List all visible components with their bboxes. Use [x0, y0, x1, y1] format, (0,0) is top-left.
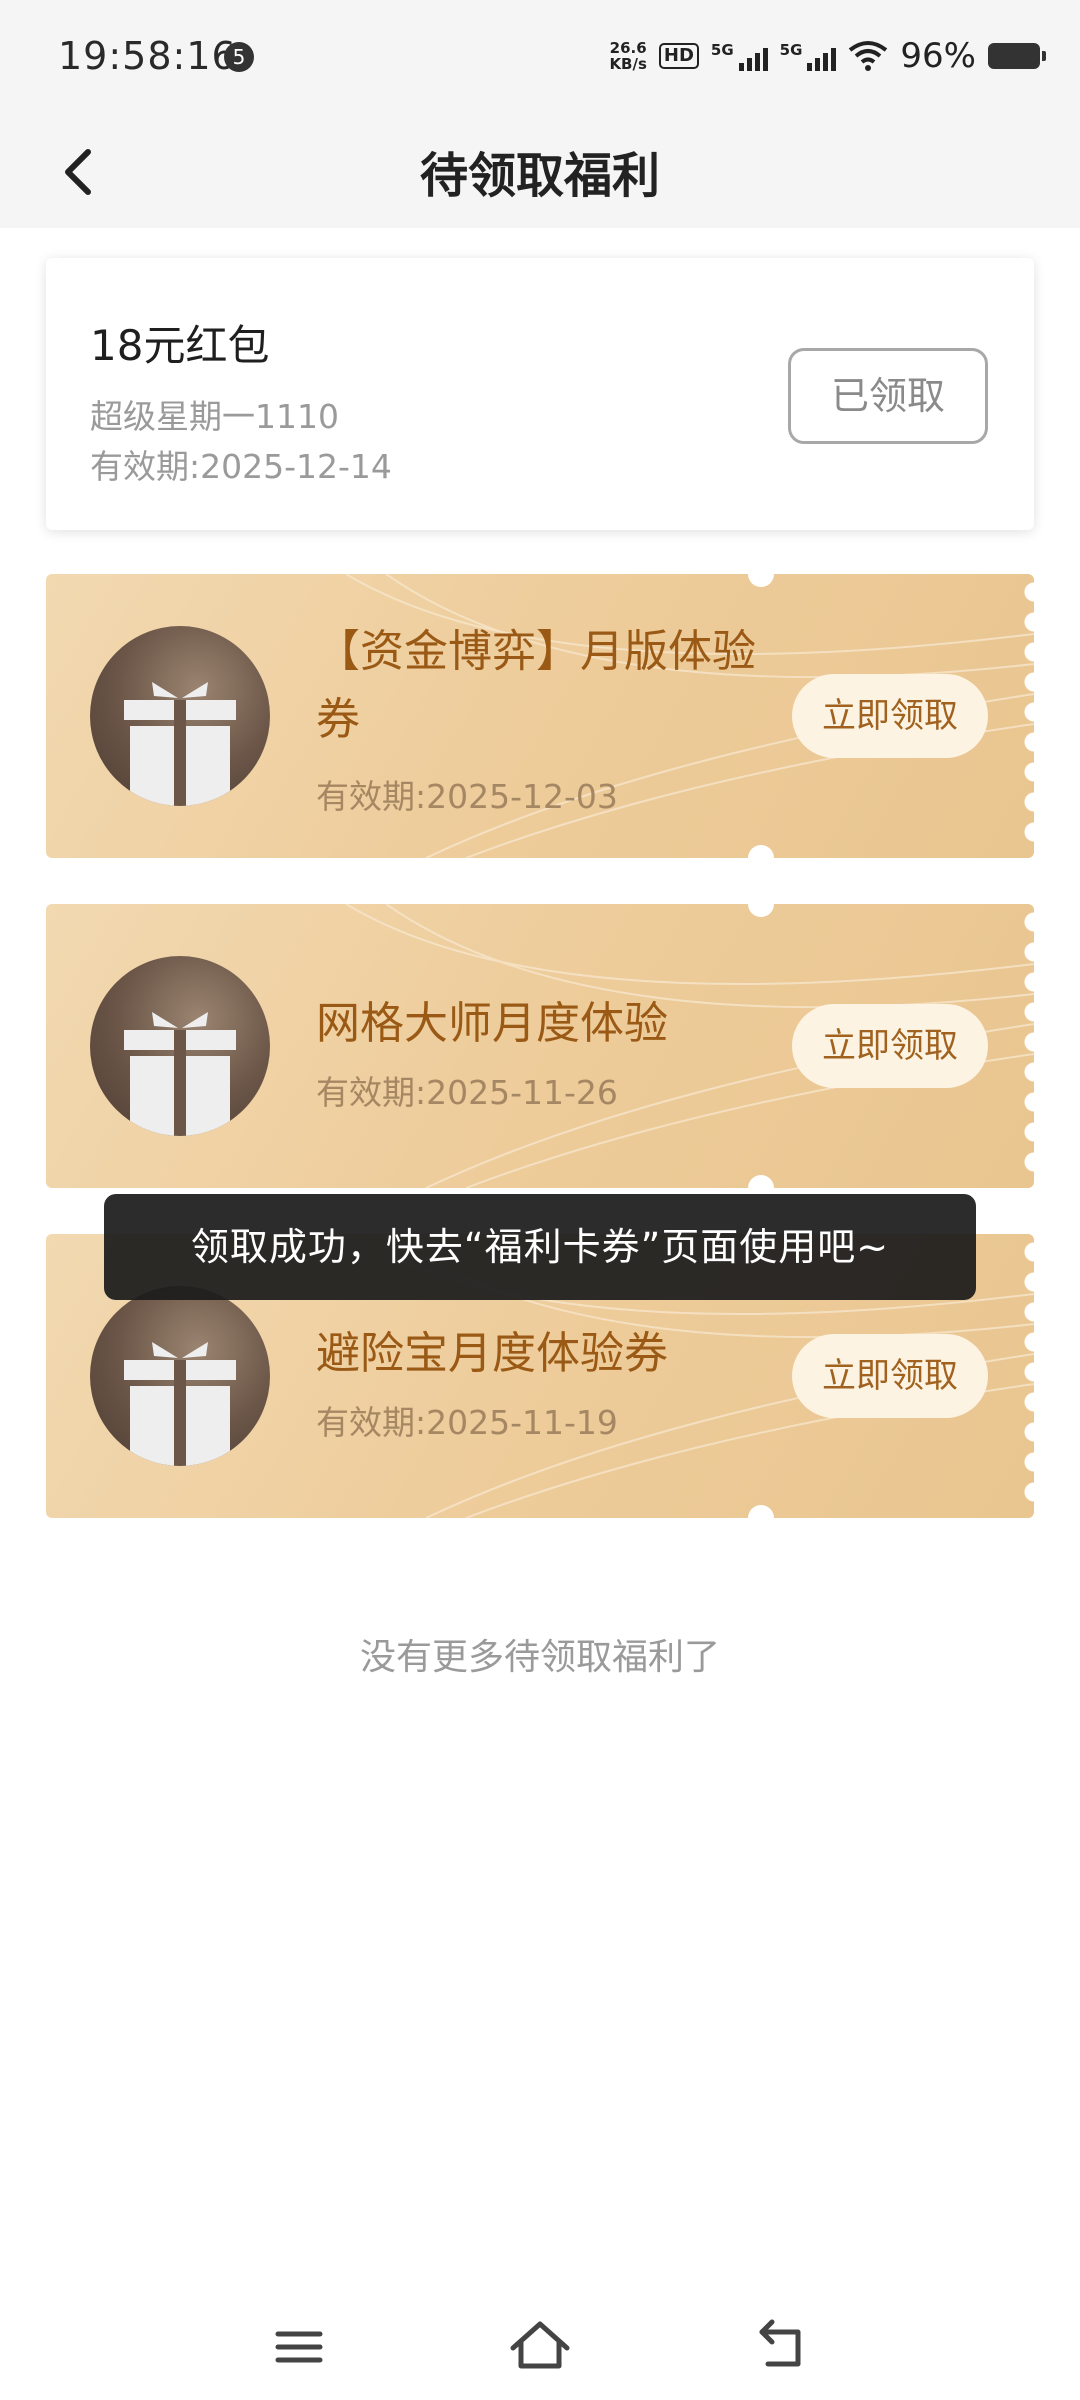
signal-icon: 5G: [711, 41, 768, 71]
signal-icon: 5G: [780, 41, 837, 71]
coupon-expiry: 有效期:2025-11-19: [316, 1403, 618, 1442]
claim-button[interactable]: 立即领取: [792, 1004, 988, 1088]
coupon-ticket: 网格大师月度体验 有效期:2025-11-26 立即领取: [46, 904, 1034, 1188]
coupon-title: 网格大师月度体验: [316, 998, 668, 1049]
status-bar: 19:58:16 5 26.6 KB/s HD 5G 5G 96%: [0, 0, 1080, 116]
menu-button[interactable]: [254, 2302, 344, 2392]
coupon-title: 【资金博弈】月版体验券: [316, 626, 756, 745]
hd-voice-icon: HD: [658, 43, 699, 69]
status-time: 19:58:16: [58, 34, 237, 78]
claim-button[interactable]: 立即领取: [792, 674, 988, 758]
page-title: 待领取福利: [419, 148, 660, 204]
battery-percent: 96%: [900, 36, 976, 76]
home-button[interactable]: [495, 2302, 585, 2392]
coupon-title: 避险宝月度体验券: [316, 1328, 668, 1379]
coupon-expiry: 有效期:2025-12-03: [316, 777, 618, 816]
back-icon: [759, 2319, 801, 2367]
coupon-subtitle: 超级星期一1110: [90, 397, 339, 436]
success-toast: 领取成功，快去“福利卡券”页面使用吧~: [104, 1194, 976, 1300]
claim-button[interactable]: 立即领取: [792, 1334, 988, 1418]
home-icon: [510, 2321, 570, 2369]
gift-icon: [90, 626, 270, 806]
coupon-title: 18元红包: [90, 321, 270, 370]
system-nav-bar: [0, 2290, 1080, 2400]
end-of-list-note: 没有更多待领取福利了: [359, 1637, 720, 1678]
app-header: 待领取福利: [0, 116, 1080, 228]
coupon-ticket: 【资金博弈】月版体验券 有效期:2025-12-03 立即领取: [46, 574, 1034, 858]
notification-count-badge: 5: [224, 42, 254, 72]
network-speed: 26.6 KB/s: [609, 39, 647, 73]
wifi-icon: [849, 41, 888, 71]
gift-icon: [90, 1286, 270, 1466]
received-coupon-card: 18元红包 超级星期一1110 有效期:2025-12-14 已领取: [46, 258, 1034, 530]
back-nav-button[interactable]: [736, 2302, 826, 2392]
status-indicators: 26.6 KB/s HD 5G 5G 96%: [609, 34, 1046, 78]
battery-icon: [988, 43, 1046, 69]
received-button[interactable]: 已领取: [788, 348, 988, 444]
menu-icon: [275, 2331, 323, 2363]
coupon-expiry: 有效期:2025-11-26: [316, 1073, 618, 1112]
coupon-expiry: 有效期:2025-12-14: [90, 447, 392, 486]
gift-icon: [90, 956, 270, 1136]
